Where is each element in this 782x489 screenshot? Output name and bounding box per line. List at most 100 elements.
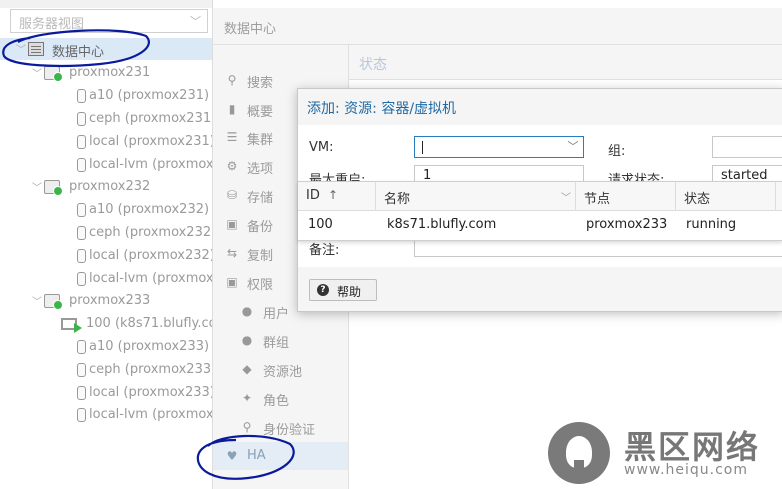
menu-item-label: 存储 [247, 191, 274, 206]
mushroom-logo-icon [548, 422, 610, 484]
storage-icon [77, 363, 86, 377]
storage-icon [77, 340, 86, 354]
question-circle-icon: ? [317, 284, 329, 296]
status-section-header: 状态 [349, 45, 782, 80]
menu-item-pools[interactable]: ◆ 资源池 [213, 355, 348, 383]
tree-storage-item[interactable]: a10 (proxmox232) [0, 199, 212, 221]
vm-label: VM: [309, 140, 334, 155]
node-online-icon [44, 180, 63, 196]
menu-item-groups[interactable]: ● 群组 [213, 326, 348, 354]
storage-icon [77, 158, 86, 172]
panel-title: 数据中心 [224, 22, 277, 37]
tree-storage-item[interactable]: local (proxmox231) [0, 131, 212, 153]
tree-storage-item[interactable]: local (proxmox233) [0, 382, 212, 404]
tree-storage-item[interactable]: a10 (proxmox233) [0, 336, 212, 358]
panel-header: 数据中心 [213, 0, 782, 45]
storage-icon [77, 112, 86, 126]
header-gap [213, 0, 782, 8]
menu-item-label: 角色 [263, 394, 290, 409]
tree-item-label: proxmox232 [69, 179, 151, 194]
menu-item-ha[interactable]: ♥ HA [213, 442, 348, 470]
group-field[interactable] [712, 136, 782, 158]
tree-storage-item[interactable]: local (proxmox232) [0, 245, 212, 267]
tree-item-label: ceph (proxmox232) [89, 225, 213, 240]
grid-header: ID ↑ 名称 ﹀ 节点 状态 [298, 182, 782, 211]
storage-icon [77, 249, 86, 263]
collapse-icon[interactable]: ﹀ [32, 179, 42, 194]
tree-storage-item[interactable]: local-lvm (proxmox23 [0, 404, 212, 426]
tree-item-label: local (proxmox231) [89, 134, 213, 149]
group-label: 组: [608, 144, 626, 159]
menu-item-label: 权限 [247, 278, 274, 293]
collapse-icon[interactable]: ﹀ [32, 293, 42, 308]
menu-item-label: 群组 [263, 336, 290, 351]
floppy-icon: ▣ [226, 217, 238, 231]
tree-item-label: 数据中心 [52, 45, 105, 60]
watermark: 黑区网络 www.heiqu.com [548, 420, 782, 489]
storage-icon [77, 272, 86, 286]
tree-storage-item[interactable]: ceph (proxmox231) [0, 108, 212, 130]
tree-item-label: a10 (proxmox231) [89, 88, 210, 103]
tree-item-label: proxmox231 [69, 65, 151, 80]
heartbeat-icon: ♥ [226, 449, 238, 463]
datacenter-icon [28, 42, 44, 56]
chevron-down-icon[interactable]: ﹀ [563, 137, 583, 157]
vm-running-icon [61, 318, 82, 333]
column-header-node[interactable]: 节点 [576, 182, 676, 210]
tree-vm-item[interactable]: 100 (k8s71.blufly.com [0, 313, 212, 335]
key-icon: ⚲ [242, 420, 252, 434]
column-label: 状态 [684, 192, 711, 207]
tree-node-proxmox231[interactable]: ﹀ proxmox231 [0, 62, 212, 84]
tree-item-label: local-lvm (proxmox23 [89, 157, 213, 172]
sort-ascending-icon: ↑ [328, 188, 339, 202]
status-section-title: 状态 [359, 57, 387, 73]
node-online-icon [44, 66, 63, 82]
tree-item-label: local (proxmox233) [89, 385, 213, 400]
tree-storage-item[interactable]: a10 (proxmox231) [0, 85, 212, 107]
column-header-status[interactable]: 状态 [676, 182, 776, 210]
collapse-icon[interactable]: ﹀ [16, 41, 26, 56]
resource-tree-panel: 服务器视图 ﹀ ﹀ 数据中心 ﹀ proxmox231 a10 (proxmox… [0, 0, 213, 489]
tree-storage-item[interactable]: ceph (proxmox233) [0, 359, 212, 381]
menu-item-label: 资源池 [263, 365, 303, 380]
view-selector[interactable]: 服务器视图 ﹀ [10, 9, 208, 33]
tree-storage-item[interactable]: ceph (proxmox232) [0, 222, 212, 244]
vm-combobox[interactable]: ﹀ [414, 136, 584, 158]
storage-icon [77, 203, 86, 217]
book-icon: ▮ [228, 102, 236, 116]
menu-item-label: 选项 [247, 162, 274, 177]
vm-picker-grid: ID ↑ 名称 ﹀ 节点 状态 100 k8s71.blufly.com pro… [298, 181, 782, 241]
chevron-down-icon[interactable]: ﹀ [190, 13, 201, 29]
tags-icon: ◆ [242, 362, 252, 376]
tree-node-proxmox233[interactable]: ﹀ proxmox233 [0, 290, 212, 312]
male-icon: ✦ [241, 391, 253, 405]
gear-icon: ⚙ [226, 159, 238, 173]
menu-item-label: 身份验证 [263, 423, 316, 438]
collapse-icon[interactable]: ﹀ [32, 65, 42, 80]
column-header-name[interactable]: 名称 ﹀ [376, 182, 576, 210]
menu-item-roles[interactable]: ✦ 角色 [213, 384, 348, 412]
table-row[interactable]: 100 k8s71.blufly.com proxmox233 running [298, 211, 782, 239]
tree-item-label: local-lvm (proxmox23 [89, 271, 213, 286]
unlock-icon: ▣ [226, 275, 238, 289]
dialog-footer: ? 帮助 [298, 267, 782, 311]
server-icon: ☰ [226, 130, 238, 144]
help-button[interactable]: ? 帮助 [309, 279, 377, 301]
menu-item-label: 用户 [263, 307, 290, 322]
menu-item-label: 概要 [247, 105, 274, 120]
storage-icon [77, 226, 86, 240]
tree-item-datacenter[interactable]: ﹀ 数据中心 [0, 38, 212, 60]
tree-node-proxmox232[interactable]: ﹀ proxmox232 [0, 176, 212, 198]
column-label: 节点 [584, 192, 611, 207]
cell-status: running [686, 217, 737, 232]
tree-item-label: local (proxmox232) [89, 248, 213, 263]
menu-item-authentication[interactable]: ⚲ 身份验证 [213, 413, 348, 441]
chevron-down-icon[interactable]: ﹀ [561, 189, 571, 204]
tree-top-strip [0, 0, 212, 8]
column-header-id[interactable]: ID ↑ [298, 182, 376, 210]
tree-item-label: proxmox233 [69, 293, 151, 308]
cell-name: k8s71.blufly.com [387, 217, 497, 232]
tree-storage-item[interactable]: local-lvm (proxmox23 [0, 268, 212, 290]
tree-storage-item[interactable]: local-lvm (proxmox23 [0, 154, 212, 176]
storage-icon [77, 386, 86, 400]
